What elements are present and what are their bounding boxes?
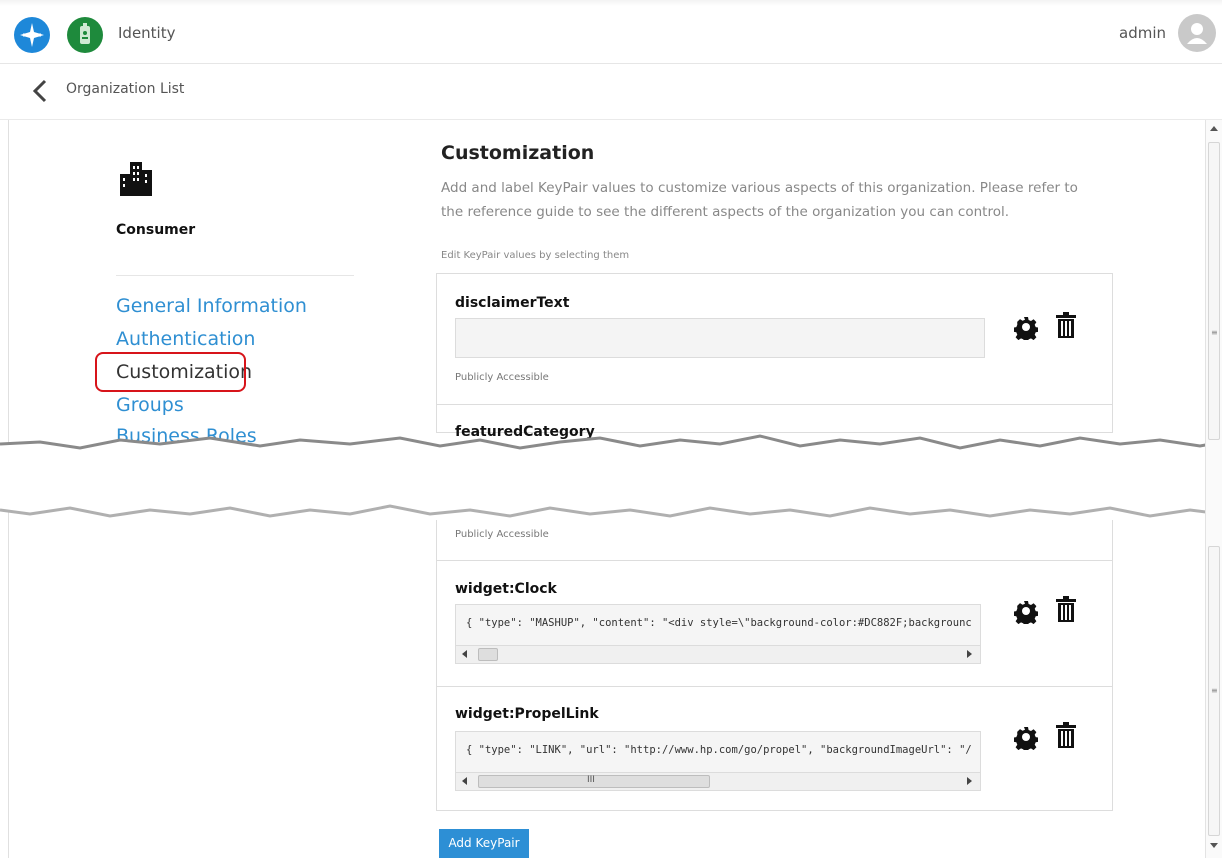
trash-icon[interactable]: [1054, 596, 1078, 622]
chevron-left-icon[interactable]: [30, 78, 50, 104]
scroll-left-arrow-icon[interactable]: [460, 649, 470, 659]
access-label: Publicly Accessible: [455, 372, 549, 383]
app-title: Identity: [118, 24, 176, 42]
horizontal-scrollbar[interactable]: III: [456, 772, 980, 790]
buildings-icon: [120, 162, 152, 196]
sidebar-divider: [116, 275, 354, 276]
user-name[interactable]: admin: [1119, 24, 1166, 42]
horizontal-scrollbar[interactable]: [456, 645, 980, 663]
section-description: Add and label KeyPair values to customiz…: [441, 180, 1078, 220]
organization-name: Consumer: [116, 222, 196, 238]
trash-icon[interactable]: [1054, 722, 1078, 748]
sidebar-item-general-information[interactable]: General Information: [116, 295, 307, 317]
scroll-thumb-grip: III: [587, 775, 595, 785]
scroll-thumb-grip: ≡: [1211, 328, 1218, 337]
sidebar-item-groups[interactable]: Groups: [116, 394, 184, 416]
keypair-value-text: { "type": "LINK", "url": "http://www.hp.…: [466, 744, 972, 756]
section-title: Customization: [441, 142, 595, 164]
scroll-right-arrow-icon[interactable]: [964, 649, 974, 659]
breadcrumb: Organization List: [0, 64, 1222, 120]
gear-icon[interactable]: [1014, 598, 1038, 624]
scroll-up-arrow-icon[interactable]: [1209, 124, 1219, 134]
scroll-thumb[interactable]: III: [478, 775, 710, 788]
keypair-value-field[interactable]: [455, 318, 985, 358]
active-item-highlight: [95, 352, 246, 392]
keypair-value-field[interactable]: { "type": "LINK", "url": "http://www.hp.…: [455, 731, 981, 791]
badge-logo-icon[interactable]: [67, 17, 103, 53]
trash-icon[interactable]: [1054, 312, 1078, 338]
torn-page-break: [0, 434, 1222, 518]
airplane-logo-icon[interactable]: [14, 17, 50, 53]
keypair-name: widget:PropelLink: [455, 706, 599, 722]
keypair-value-field[interactable]: { "type": "MASHUP", "content": "<div sty…: [455, 604, 981, 664]
scroll-right-arrow-icon[interactable]: [964, 776, 974, 786]
scroll-thumb-grip: ≡: [1211, 686, 1218, 695]
card-separator: [436, 404, 1113, 405]
scroll-thumb[interactable]: [478, 648, 498, 661]
add-keypair-button[interactable]: Add KeyPair: [439, 829, 529, 858]
edit-hint: Edit KeyPair values by selecting them: [441, 250, 630, 261]
keypair-name: disclaimerText: [455, 295, 570, 311]
card-separator: [436, 686, 1113, 687]
gear-icon[interactable]: [1014, 314, 1038, 340]
sidebar-item-authentication[interactable]: Authentication: [116, 328, 255, 350]
access-label: Publicly Accessible: [455, 529, 549, 540]
breadcrumb-organization-list[interactable]: Organization List: [66, 81, 184, 97]
gear-icon[interactable]: [1014, 724, 1038, 750]
user-avatar-icon[interactable]: [1178, 14, 1216, 52]
keypair-name: widget:Clock: [455, 581, 557, 597]
card-separator: [436, 560, 1113, 561]
scroll-left-arrow-icon[interactable]: [460, 776, 470, 786]
keypair-value-text: { "type": "MASHUP", "content": "<div sty…: [466, 617, 972, 629]
top-bar: Identity admin: [0, 0, 1222, 64]
scroll-thumb[interactable]: [1208, 142, 1220, 440]
scroll-down-arrow-icon[interactable]: [1209, 840, 1219, 850]
